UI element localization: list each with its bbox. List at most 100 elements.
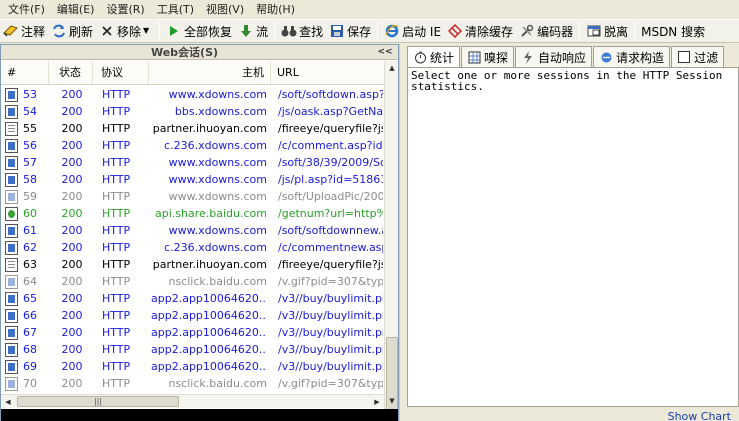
menu-edit[interactable]: 编辑(E) <box>51 0 101 19</box>
msdn-search-button[interactable]: MSDN 搜索 <box>638 20 708 42</box>
session-row[interactable]: 69 200 HTTP app2.app10064620... /v3//buy/buy… <box>1 358 384 375</box>
session-row[interactable]: 57 200 HTTP www.xdowns.com/soft/38/39/2009/… <box>1 154 384 171</box>
session-protocol: HTTP <box>102 326 131 339</box>
scroll-down-icon[interactable]: ▼ <box>385 394 399 408</box>
launch-ie-button[interactable]: 启动 IE <box>381 20 444 42</box>
encoder-button[interactable]: 编码器 <box>516 20 576 42</box>
doc-blue-icon <box>5 137 21 154</box>
doc-blue-icon <box>5 239 21 256</box>
session-status: 200 <box>61 275 83 288</box>
session-status: 200 <box>61 105 83 118</box>
session-protocol: HTTP <box>102 122 131 135</box>
column-header-host[interactable]: 主机 <box>149 61 271 85</box>
session-number: 69 <box>23 360 37 373</box>
save-label: 保存 <box>347 24 372 39</box>
comment-button[interactable]: 注释 <box>0 20 48 42</box>
toolbar-separator <box>634 22 636 40</box>
stopwatch-icon <box>413 51 427 65</box>
session-row[interactable]: 53 200 HTTP www.xdowns.com/soft/softdown.as… <box>1 86 384 103</box>
collapse-pane-button[interactable]: << <box>374 46 396 58</box>
menu-settings[interactable]: 设置(R) <box>100 0 150 19</box>
session-protocol: HTTP <box>102 105 131 118</box>
session-protocol: HTTP <box>102 139 131 152</box>
session-protocol: HTTP <box>102 309 131 322</box>
ie-icon <box>384 23 400 39</box>
stream-button[interactable]: 流 <box>235 20 271 42</box>
session-row[interactable]: 61 200 HTTP www.xdowns.com/soft/softdownnew… <box>1 222 384 239</box>
menu-file[interactable]: 文件(F) <box>2 0 51 19</box>
tools-icon <box>519 23 535 39</box>
session-host: www.xdowns.com <box>168 173 267 186</box>
session-row[interactable]: 70 200 HTTP nsclick.baidu.com/v.gif?pid=307… <box>1 375 384 392</box>
detach-button[interactable]: 脱离 <box>583 20 631 42</box>
scroll-right-icon[interactable]: ▶ <box>370 395 384 409</box>
session-row[interactable]: 54 200 HTTP bbs.xdowns.com/js/oask.asp?GetN… <box>1 103 384 120</box>
toolbar-separator <box>579 22 581 40</box>
session-row[interactable]: 58 200 HTTP www.xdowns.com/js/pl.asp?id=518… <box>1 171 384 188</box>
refresh-button[interactable]: 刷新 <box>48 20 96 42</box>
session-url: /soft/UploadPic/2009- <box>278 190 383 203</box>
menu-view[interactable]: 视图(V) <box>200 0 250 19</box>
session-row[interactable]: 68 200 HTTP app2.app10064620... /v3//buy/buy… <box>1 341 384 358</box>
session-number: 67 <box>23 326 37 339</box>
horizontal-scrollbar[interactable]: ◀ ||| ▶ <box>1 394 384 408</box>
clear-cache-button[interactable]: 清除缓存 <box>444 20 516 42</box>
session-host: nsclick.baidu.com <box>168 377 267 390</box>
column-header-status[interactable]: 状态 <box>49 61 93 85</box>
session-host: app2.app10064620... <box>151 309 267 322</box>
session-row[interactable]: 62 200 HTTP c.236.xdowns.com/c/commentnew.a… <box>1 239 384 256</box>
session-row[interactable]: 66 200 HTTP app2.app10064620... /v3//buy/buy… <box>1 307 384 324</box>
remove-button[interactable]: 移除 ▼ <box>96 20 156 42</box>
scroll-left-icon[interactable]: ◀ <box>1 395 15 409</box>
scroll-up-icon[interactable]: ▲ <box>385 61 399 75</box>
session-host: partner.ihuoyan.com <box>152 258 267 271</box>
menu-help[interactable]: 帮助(H) <box>250 0 301 19</box>
column-header-url[interactable]: URL <box>271 61 384 85</box>
floppy-icon <box>329 23 345 39</box>
session-number: 59 <box>23 190 37 203</box>
find-button[interactable]: 查找 <box>278 20 326 42</box>
doc-blue-icon <box>5 290 21 307</box>
session-row[interactable]: 67 200 HTTP app2.app10064620... /v3//buy/buy… <box>1 324 384 341</box>
doc-blue-icon <box>5 307 21 324</box>
session-protocol: HTTP <box>102 241 131 254</box>
tab-autoresponder[interactable]: 自动响应 <box>515 46 593 67</box>
web-sessions-title: Web会话(S) <box>150 46 219 59</box>
tab-inspectors[interactable]: 嗅探 <box>461 46 515 67</box>
session-host: app2.app10064620... <box>151 292 267 305</box>
session-host: partner.ihuoyan.com <box>152 122 267 135</box>
session-protocol: HTTP <box>102 224 131 237</box>
session-row[interactable]: 60 200 HTTP api.share.baidu.com/getnum?url=… <box>1 205 384 222</box>
session-row[interactable]: 56 200 HTTP c.236.xdowns.com/c/comment.asp?… <box>1 137 384 154</box>
doc-blue-icon <box>5 103 21 120</box>
show-chart-link[interactable]: Show Chart <box>668 410 731 421</box>
clear-cache-icon <box>447 23 463 39</box>
session-row[interactable]: 64 200 HTTP nsclick.baidu.com/v.gif?pid=307… <box>1 273 384 290</box>
session-row[interactable]: 65 200 HTTP app2.app10064620... /v3//buy/buy… <box>1 290 384 307</box>
save-button[interactable]: 保存 <box>326 20 374 42</box>
resume-all-button[interactable]: 全部恢复 <box>163 20 235 42</box>
tab-composer[interactable]: 请求构造 <box>593 46 671 67</box>
tab-label: 请求构造 <box>616 50 665 65</box>
session-url: /c/comment.asp?id=5 <box>278 139 383 152</box>
vertical-scrollbar[interactable]: ▲ ▼ <box>384 61 398 421</box>
session-status: 200 <box>61 88 83 101</box>
doc-plain-icon <box>5 256 21 273</box>
column-header-num[interactable]: # <box>1 61 49 85</box>
session-host: app2.app10064620... <box>151 326 267 339</box>
column-header-protocol[interactable]: 协议 <box>93 61 149 85</box>
session-url: /fireeye/queryfile?jso <box>278 258 383 271</box>
detach-label: 脱离 <box>604 24 629 39</box>
session-status: 200 <box>61 139 83 152</box>
session-host: www.xdowns.com <box>168 156 267 169</box>
menu-tools[interactable]: 工具(T) <box>151 0 200 19</box>
session-row[interactable]: 59 200 HTTP www.xdowns.com/soft/UploadPic/2… <box>1 188 384 205</box>
session-row[interactable]: 63 200 HTTP partner.ihuoyan.com/fireeye/que… <box>1 256 384 273</box>
session-row[interactable]: 55 200 HTTP partner.ihuoyan.com/fireeye/que… <box>1 120 384 137</box>
tab-filters[interactable]: 过滤 <box>671 46 725 67</box>
refresh-label: 刷新 <box>69 24 94 39</box>
statistics-panel: Select one or more sessions in the HTTP … <box>407 67 739 407</box>
tab-statistics[interactable]: 统计 <box>407 46 461 68</box>
session-number: 56 <box>23 139 37 152</box>
scrollbar-thumb[interactable]: ||| <box>17 396 179 407</box>
